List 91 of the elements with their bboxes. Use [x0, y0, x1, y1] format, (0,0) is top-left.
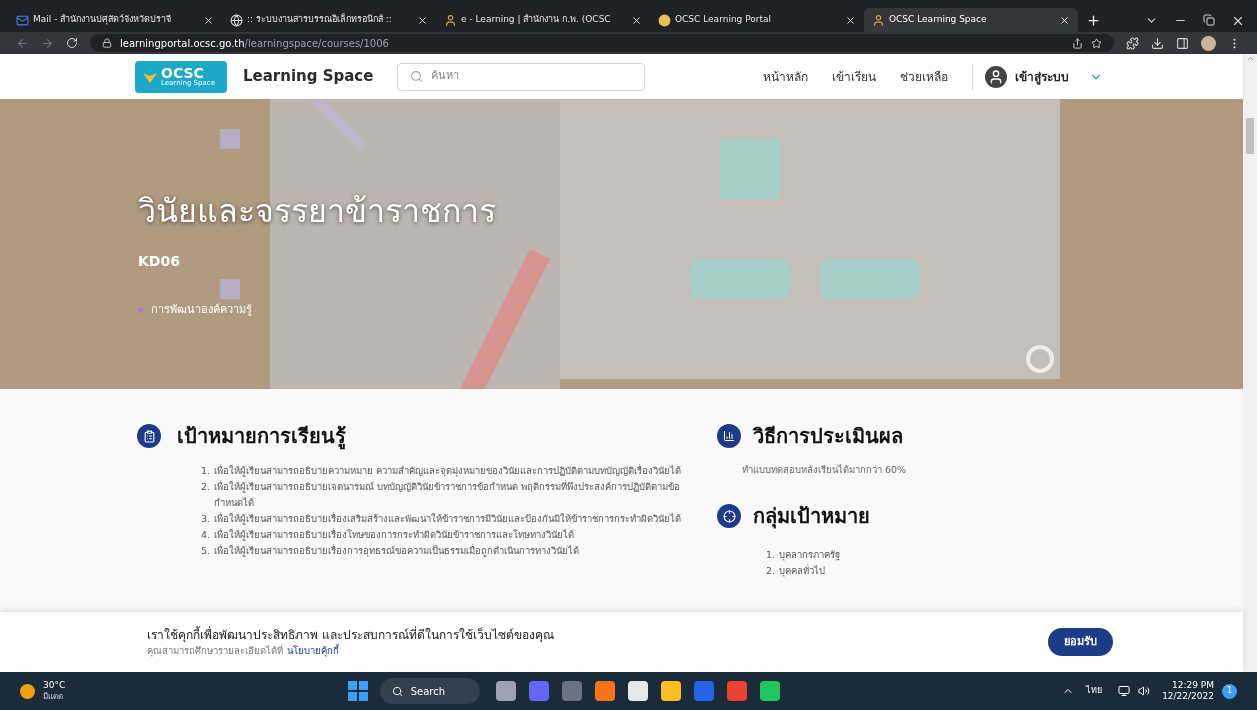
tab-title: Mail - สำนักงานปศุสัตว์จังหวัดปราจี [33, 13, 173, 27]
list-number: 1. [201, 464, 211, 478]
extensions-icon[interactable] [1126, 36, 1139, 50]
evaluation-text: ทำแบบทดสอบหลังเรียนได้มากกว่า 60% [741, 463, 908, 477]
search-icon [391, 685, 403, 697]
course-title: วินัยและจรรยาข้าราชการ [138, 191, 497, 231]
person-icon [444, 13, 457, 27]
list-item-text: บุคคลทั่วไป [779, 563, 826, 579]
globe-icon [230, 13, 243, 27]
list-item-text: เพื่อให้ผู้เรียนสามารถอธิบายเรื่องการอุทธรณ์ขอความเป็นธรรมเมื่อถูกดำเนินการทางวินัยได้ [214, 543, 580, 559]
scrollbar[interactable] [1243, 54, 1257, 672]
url-text: learningportal.ocsc.go.th/learningspace/courses/1006 [120, 36, 389, 51]
bookmark-icon[interactable] [1091, 37, 1102, 49]
section-heading: กลุ่มเป้าหมาย [753, 503, 870, 531]
language-indicator[interactable]: ไทย [1086, 684, 1103, 698]
nav-link[interactable]: หน้าหลัก [763, 67, 808, 86]
list-item-text: เพื่อให้ผู้เรียนสามารถอธิบายเรื่องเสริมสร้างและพัฒนาให้ข้าราชการมีวินัยและป้องกันมิให้ข้าราชการกระทำผิดวินัยได้ [214, 511, 682, 527]
target-icon [717, 504, 741, 529]
browser-tab[interactable]: e - Learning | สำนักงาน ก.พ. (OCSC [436, 8, 650, 32]
list-item-text: เพื่อให้ผู้เรียนสามารถอธิบายความหมาย ความสำคัญและจุดมุ่งหมายของวินัยและการปฏิบัติตามบทบัญญัติเรื่องวินัยได้ [214, 463, 682, 479]
close-icon[interactable] [1231, 14, 1245, 28]
lock-icon [102, 38, 112, 48]
browser-tab[interactable]: OCSC Learning Portal [650, 8, 864, 32]
person-icon [872, 13, 885, 27]
cookie-policy-link[interactable]: นโยบายคุ้กกี้ [287, 643, 339, 659]
tab-title: OCSC Learning Portal [675, 13, 773, 27]
taskbar-app-icon[interactable] [495, 681, 516, 701]
list-item-text: บุคลากรภาครัฐ [779, 548, 841, 563]
nav-link[interactable]: ช่วยเหลือ [900, 67, 948, 86]
close-icon[interactable] [417, 14, 428, 26]
share-icon[interactable] [1072, 37, 1083, 49]
close-icon[interactable] [203, 14, 214, 26]
profile-avatar[interactable] [1201, 35, 1216, 51]
search-input[interactable]: ค้นหา [431, 68, 633, 85]
taskbar-search[interactable]: Search [379, 678, 480, 704]
tab-title: OCSC Learning Space [889, 13, 988, 27]
list-number: 1. [766, 548, 776, 563]
login-button[interactable]: เข้าสู่ระบบ [1015, 67, 1069, 86]
weather-text: มีแดด [43, 691, 64, 702]
side-panel-icon[interactable] [1176, 36, 1189, 50]
speaker-icon[interactable] [1138, 685, 1151, 697]
tab-title: e - Learning | สำนักงาน ก.พ. (OCSC [461, 13, 612, 27]
browser-tab[interactable]: Mail - สำนักงานปศุสัตว์จังหวัดปราจี [8, 8, 222, 32]
sun-icon [20, 683, 35, 699]
list-item-text: เพื่อให้ผู้เรียนสามารถอธิบายเรื่องโทษของการกระทำผิดวินัยข้าราชการและโทษทางวินัยได้ [214, 527, 575, 543]
close-icon[interactable] [631, 14, 642, 26]
close-icon[interactable] [845, 14, 856, 26]
list-number: 2. [201, 480, 211, 494]
browser-tab[interactable]: :: ระบบงานสารบรรณอิเล็กทรอนิกส์ :: [222, 8, 436, 32]
browser-tab[interactable]: OCSC Learning Space [864, 8, 1078, 32]
clock-date: 12/22/2022 [1162, 691, 1214, 703]
mail-icon [16, 13, 29, 27]
tab-title: :: ระบบงานสารบรรณอิเล็กทรอนิกส์ :: [247, 13, 393, 27]
list-item-text: เพื่อให้ผู้เรียนสามารถอธิบายเจตนารมณ์ บทบัญญัติวินัยข้าราชการข้อกำหนด พฤติกรรมที่พึงประสงค์การปฏิบัติตามข้อกำหนดได้ [214, 479, 682, 510]
download-icon[interactable] [1151, 36, 1164, 50]
nav-link[interactable]: เข้าเรียน [832, 67, 876, 86]
section-heading: วิธีการประเมินผล [753, 423, 903, 450]
close-icon[interactable] [1059, 14, 1070, 26]
accept-button[interactable]: ยอมรับ [1048, 628, 1113, 656]
list-number: 2. [766, 564, 776, 579]
taskbar-app-icon[interactable] [759, 681, 780, 701]
category-label: การพัฒนาองค์ความรู้ [151, 302, 252, 318]
taskbar-app-icon[interactable] [660, 681, 681, 701]
clock-time: 12:29 PM [1172, 679, 1214, 691]
reload-icon[interactable] [66, 37, 78, 49]
forward-icon[interactable] [41, 36, 54, 50]
back-icon[interactable] [16, 36, 29, 50]
cookie-text: คุณสามารถศึกษารายละเอียดได้ที่ [147, 643, 283, 659]
cookie-title: เราใช้คุกกี้เพื่อพัฒนาประสิทธิภาพ และประสบการณ์ที่ดีในการใช้เว็บไซต์ของคุณ [147, 625, 554, 644]
site-title: Learning Space [243, 66, 374, 88]
windows-logo-icon[interactable] [347, 681, 368, 701]
search-field[interactable]: ค้นหา [397, 62, 646, 91]
new-tab-icon[interactable] [1086, 13, 1101, 28]
taskbar-app-icon[interactable] [594, 681, 615, 701]
temperature: 30°C [43, 680, 66, 692]
scroll-thumb[interactable] [1246, 118, 1254, 154]
user-avatar-icon [985, 65, 1007, 88]
restore-icon[interactable] [1203, 14, 1215, 26]
taskbar-app-icon[interactable] [627, 681, 648, 701]
section-heading: เป้าหมายการเรียนรู้ [177, 423, 346, 451]
list-number: 3. [201, 512, 211, 526]
clipboard-icon [137, 424, 161, 448]
bar-chart-icon [717, 424, 741, 448]
course-code: KD06 [138, 252, 181, 271]
logo-text: OCSC [161, 66, 204, 80]
search-icon [410, 70, 424, 83]
monitor-icon[interactable] [1118, 685, 1131, 697]
coin-icon [658, 13, 671, 27]
list-number: 4. [201, 528, 211, 542]
list-number: 5. [201, 544, 211, 558]
address-bar[interactable]: learningportal.ocsc.go.th/learningspace/courses/1006 [90, 34, 1114, 52]
